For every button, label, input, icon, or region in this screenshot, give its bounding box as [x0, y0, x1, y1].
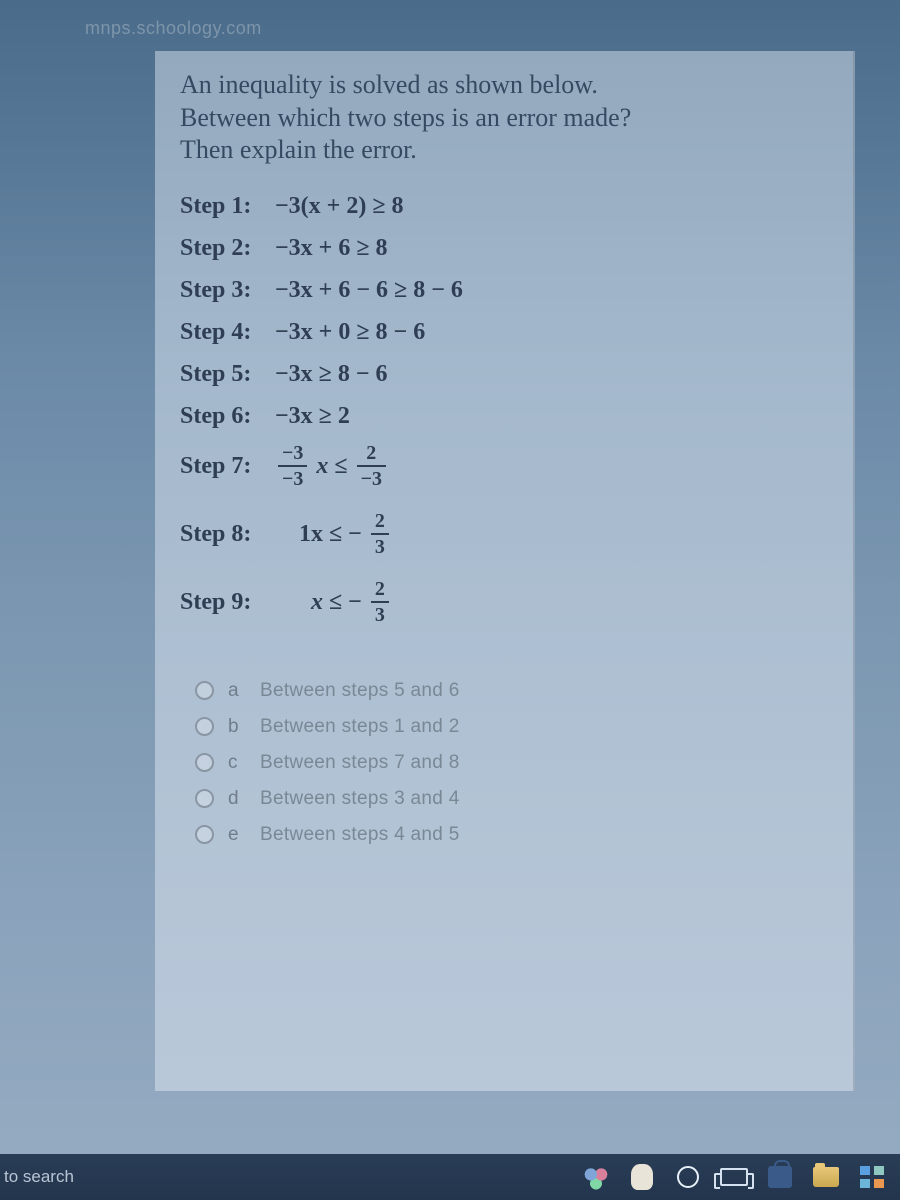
option-letter: e [228, 824, 246, 846]
step-4: Step 4: −3x + 0 ≥ 8 − 6 [180, 317, 828, 347]
step-expression: −3x + 6 − 6 ≥ 8 − 6 [275, 275, 463, 305]
task-view-icon[interactable] [714, 1157, 754, 1197]
radio-icon[interactable] [195, 717, 214, 736]
relation: ≤ [329, 519, 342, 549]
step-label: Step 3: [180, 275, 275, 305]
file-explorer-icon[interactable] [806, 1157, 846, 1197]
cortana-icon[interactable] [668, 1157, 708, 1197]
relation: ≤ [334, 451, 347, 481]
fraction: −3 −3 [278, 443, 307, 489]
numerator: 2 [371, 511, 389, 533]
url-bar: mnps.schoology.com [0, 0, 900, 39]
option-letter: a [228, 680, 246, 702]
step-expression: −3 −3 x ≤ 2 −3 [275, 443, 389, 489]
store-icon[interactable] [760, 1157, 800, 1197]
option-text: Between steps 7 and 8 [260, 752, 460, 774]
option-e[interactable]: e Between steps 4 and 5 [195, 824, 828, 846]
option-a[interactable]: a Between steps 5 and 6 [195, 680, 828, 702]
step-label: Step 6: [180, 401, 275, 431]
search-label[interactable]: to search [4, 1167, 74, 1187]
step-label: Step 7: [180, 451, 275, 481]
step-label: Step 9: [180, 587, 275, 617]
step-expression: −3x + 6 ≥ 8 [275, 233, 388, 263]
option-text: Between steps 4 and 5 [260, 824, 460, 846]
minus-sign: − [348, 519, 362, 549]
step-label: Step 4: [180, 317, 275, 347]
relation: ≤ [329, 587, 342, 617]
option-text: Between steps 5 and 6 [260, 680, 460, 702]
option-c[interactable]: c Between steps 7 and 8 [195, 752, 828, 774]
step-3: Step 3: −3x + 6 − 6 ≥ 8 − 6 [180, 275, 828, 305]
option-text: Between steps 3 and 4 [260, 788, 460, 810]
option-letter: b [228, 716, 246, 738]
step-6: Step 6: −3x ≥ 2 [180, 401, 828, 431]
step-label: Step 2: [180, 233, 275, 263]
option-text: Between steps 1 and 2 [260, 716, 460, 738]
app-cluster-icon[interactable] [576, 1157, 616, 1197]
step-7: Step 7: −3 −3 x ≤ 2 −3 [180, 443, 828, 489]
radio-icon[interactable] [195, 789, 214, 808]
worksheet-page: An inequality is solved as shown below. … [155, 51, 855, 1091]
option-letter: d [228, 788, 246, 810]
left-side: x [311, 587, 323, 617]
step-label: Step 5: [180, 359, 275, 389]
step-expression: −3x ≥ 2 [275, 401, 350, 431]
step-expression: −3x ≥ 8 − 6 [275, 359, 388, 389]
minus-sign: − [348, 587, 362, 617]
radio-icon[interactable] [195, 825, 214, 844]
fraction: 2 3 [371, 579, 389, 625]
step-label: Step 8: [180, 519, 275, 549]
answer-options: a Between steps 5 and 6 b Between steps … [180, 680, 828, 846]
numerator: 2 [362, 443, 380, 465]
question-prompt: An inequality is solved as shown below. … [180, 69, 828, 167]
step-expression: −3(x + 2) ≥ 8 [275, 191, 404, 221]
step-5: Step 5: −3x ≥ 8 − 6 [180, 359, 828, 389]
step-9: Step 9: x ≤ − 2 3 [180, 579, 828, 625]
denominator: −3 [357, 465, 386, 489]
prompt-line: Then explain the error. [180, 135, 417, 164]
variable: x [316, 451, 328, 481]
radio-icon[interactable] [195, 681, 214, 700]
numerator: 2 [371, 579, 389, 601]
step-expression: 1x ≤ − 2 3 [299, 511, 392, 557]
step-2: Step 2: −3x + 6 ≥ 8 [180, 233, 828, 263]
option-b[interactable]: b Between steps 1 and 2 [195, 716, 828, 738]
denominator: 3 [371, 601, 389, 625]
step-expression: x ≤ − 2 3 [311, 579, 392, 625]
denominator: 3 [371, 533, 389, 557]
radio-icon[interactable] [195, 753, 214, 772]
step-1: Step 1: −3(x + 2) ≥ 8 [180, 191, 828, 221]
step-label: Step 1: [180, 191, 275, 221]
step-8: Step 8: 1x ≤ − 2 3 [180, 511, 828, 557]
prompt-line: An inequality is solved as shown below. [180, 70, 598, 99]
hand-icon[interactable] [622, 1157, 662, 1197]
step-expression: −3x + 0 ≥ 8 − 6 [275, 317, 425, 347]
fraction: 2 −3 [357, 443, 386, 489]
fraction: 2 3 [371, 511, 389, 557]
explorer-tiles-icon[interactable] [852, 1157, 892, 1197]
prompt-line: Between which two steps is an error made… [180, 103, 631, 132]
numerator: −3 [278, 443, 307, 465]
option-letter: c [228, 752, 246, 774]
option-d[interactable]: d Between steps 3 and 4 [195, 788, 828, 810]
left-side: 1x [299, 519, 323, 549]
denominator: −3 [278, 465, 307, 489]
windows-taskbar[interactable]: to search [0, 1154, 900, 1200]
